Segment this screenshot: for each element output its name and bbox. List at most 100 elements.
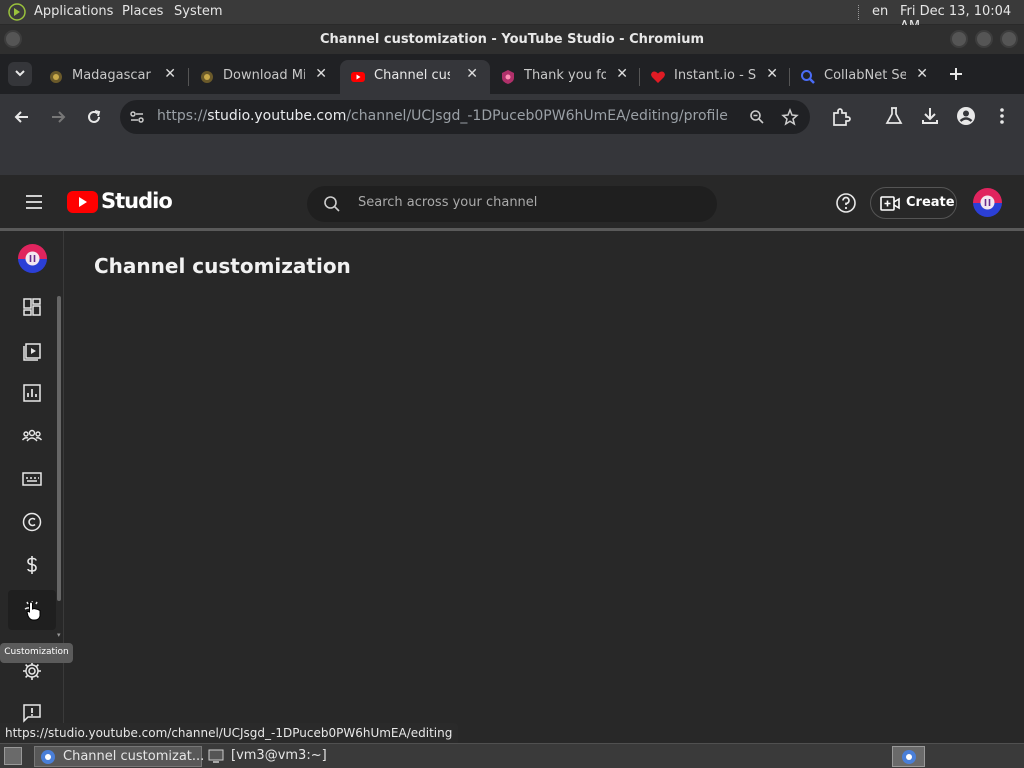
taskbar-item-label: [vm3@vm3:~] (231, 748, 327, 763)
sidebar-item-community[interactable] (8, 416, 56, 456)
sidebar-item-earn[interactable] (8, 545, 56, 585)
taskbar-item-chromium[interactable]: Channel customizat... (34, 746, 205, 767)
copyright-icon (22, 512, 42, 532)
analytics-icon (23, 384, 41, 402)
zoom-icon[interactable] (749, 109, 765, 125)
window-titlebar[interactable]: Channel customization - YouTube Studio -… (0, 25, 1024, 54)
distro-logo-icon[interactable] (8, 3, 26, 21)
search-input[interactable]: Search across your channel (358, 195, 537, 210)
tab-label: Madagascar ( (72, 68, 154, 83)
window-maximize-button[interactable] (975, 30, 993, 48)
download-icon (922, 108, 938, 124)
menu-places[interactable]: Places (122, 4, 163, 19)
url-text[interactable]: https://studio.youtube.com/channel/UCJsg… (157, 108, 728, 124)
arrow-right-icon (52, 111, 66, 123)
flask-icon (885, 107, 903, 124)
url-host: studio.youtube.com (207, 108, 347, 124)
madagascar-favicon-icon (50, 71, 62, 83)
site-settings-icon[interactable] (129, 109, 145, 125)
address-bar[interactable]: https://studio.youtube.com/channel/UCJsg… (120, 100, 810, 134)
downloads-button[interactable] (920, 106, 940, 126)
chromium-icon (41, 750, 55, 764)
download-favicon-icon (201, 71, 213, 83)
create-button[interactable]: Create (870, 187, 957, 219)
sidebar-item-dashboard[interactable] (8, 287, 56, 327)
search-icon (324, 196, 340, 212)
tab-label: Download Mi (223, 68, 305, 83)
url-scheme: https:// (157, 108, 208, 124)
help-button[interactable] (835, 192, 857, 214)
tab-close-icon[interactable]: ✕ (315, 66, 327, 82)
menu-applications[interactable]: Applications (34, 4, 113, 19)
window-close-button[interactable] (1000, 30, 1018, 48)
window-title: Channel customization - YouTube Studio -… (319, 32, 705, 47)
show-desktop-icon[interactable] (4, 747, 22, 765)
reload-icon (88, 110, 101, 123)
tab-label: Thank you fo (524, 68, 606, 83)
vertical-dots-icon (1000, 108, 1004, 124)
window-minimize-button[interactable] (950, 30, 968, 48)
taskbar-item-label: Channel customizat... (63, 749, 205, 764)
header-progress-bar (0, 228, 1024, 231)
tab-close-icon[interactable]: ✕ (766, 66, 778, 82)
shield-heart-favicon-icon (502, 70, 514, 84)
extensions-button[interactable] (830, 106, 852, 128)
panel-separator (858, 5, 860, 20)
tab-strip: Madagascar ( ✕ Download Mi ✕ Channel cus… (0, 54, 1024, 94)
scroll-down-icon[interactable]: ▾ (57, 631, 61, 639)
avatar-icon (973, 188, 1002, 217)
tab-close-icon[interactable]: ✕ (164, 66, 176, 82)
tab-thank-you[interactable]: Thank you fo ✕ (490, 60, 640, 94)
help-circle-icon (836, 193, 856, 213)
youtube-favicon-icon (351, 72, 365, 82)
menu-system[interactable]: System (174, 4, 222, 19)
new-tab-button[interactable] (946, 64, 966, 84)
back-button[interactable] (12, 107, 32, 127)
keyboard-layout-indicator[interactable]: en (872, 4, 888, 19)
bookmarks-bar (0, 140, 1024, 175)
tab-close-icon[interactable]: ✕ (466, 66, 478, 82)
profile-button[interactable] (956, 106, 976, 126)
browser-toolbar: https://studio.youtube.com/channel/UCJsg… (0, 94, 1024, 140)
feedback-icon (23, 704, 41, 723)
chromium-icon (902, 750, 916, 764)
url-path: /channel/UCJsgd_-1DPuceb0PW6hUmEA/editin… (346, 108, 728, 124)
gear-icon (23, 662, 41, 680)
forward-button[interactable] (48, 107, 68, 127)
video-add-icon (880, 196, 900, 211)
customization-tooltip: Customization (0, 643, 73, 663)
tab-download[interactable]: Download Mi ✕ (189, 60, 339, 94)
tab-search-button[interactable] (8, 62, 32, 86)
tab-madagascar[interactable]: Madagascar ( ✕ (38, 60, 188, 94)
channel-avatar[interactable] (18, 244, 47, 273)
account-avatar[interactable] (973, 188, 1002, 217)
bookmark-star-icon[interactable] (781, 108, 799, 126)
reload-button[interactable] (84, 107, 104, 127)
bottom-taskbar: Channel customizat... [vm3@vm3:~] (0, 743, 1024, 768)
account-icon (957, 107, 975, 125)
sidebar-item-analytics[interactable] (8, 373, 56, 413)
search-bar[interactable]: Search across your channel (307, 186, 717, 222)
taskbar-item-terminal[interactable]: [vm3@vm3:~] (206, 746, 366, 767)
dollar-icon (27, 556, 37, 574)
workspace-switcher[interactable] (892, 746, 925, 767)
terminal-icon (208, 749, 224, 763)
sidebar-item-content[interactable] (8, 330, 56, 370)
browser-menu-button[interactable] (992, 106, 1012, 126)
sidebar-item-subtitles[interactable] (8, 459, 56, 499)
hamburger-icon (26, 195, 42, 209)
tab-collabnet[interactable]: CollabNet Se ✕ (790, 60, 940, 94)
tab-channel-customization[interactable]: Channel custo ✕ (340, 60, 490, 94)
tab-close-icon[interactable]: ✕ (916, 66, 928, 82)
dashboard-icon (23, 298, 41, 316)
tab-close-icon[interactable]: ✕ (616, 66, 628, 82)
channel-avatar-icon (18, 244, 47, 273)
youtube-logo-icon (67, 191, 98, 213)
page-title: Channel customization (94, 254, 351, 278)
sidebar-scrollbar[interactable] (57, 296, 61, 601)
tab-instant-io[interactable]: Instant.io - St ✕ (640, 60, 790, 94)
labs-button[interactable] (884, 106, 904, 126)
studio-logo-text: Studio (101, 189, 173, 213)
hamburger-menu-button[interactable] (24, 192, 44, 212)
sidebar-item-copyright[interactable] (8, 502, 56, 542)
